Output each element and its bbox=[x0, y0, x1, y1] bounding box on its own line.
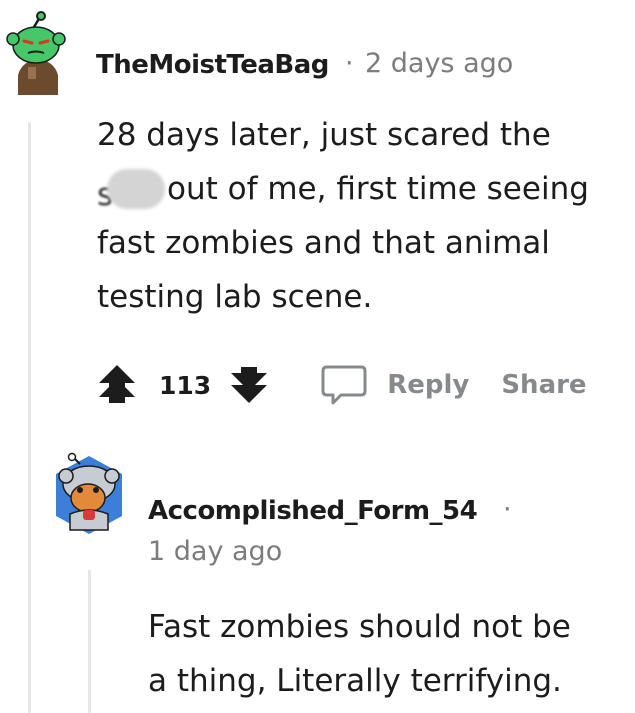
vote-score: 113 bbox=[159, 370, 212, 400]
speech-bubble-icon bbox=[321, 365, 367, 405]
comment-timestamp[interactable]: 2 days ago bbox=[365, 48, 513, 79]
reply-body-line: a thing, Literally terrifying. bbox=[148, 663, 562, 699]
reply-body: Fast zombies should not be a thing, Lite… bbox=[148, 600, 571, 708]
comment-body-line: fast zombies and that animal bbox=[97, 225, 550, 261]
comment-body-line: testing lab scene. bbox=[97, 279, 373, 315]
reply-separator: · bbox=[503, 494, 512, 525]
thread-line-main[interactable] bbox=[28, 122, 31, 713]
snoo-avatar-icon[interactable] bbox=[0, 5, 80, 95]
share-button[interactable]: Share bbox=[501, 370, 586, 400]
comment-body-line: s out of me, first time seeing bbox=[97, 169, 589, 213]
upvote-button[interactable] bbox=[97, 363, 137, 407]
reply-username[interactable]: Accomplished_Form_54 bbox=[148, 496, 478, 526]
reply-body-line: Fast zombies should not be bbox=[148, 609, 571, 645]
reply-timestamp[interactable]: 1 day ago bbox=[148, 536, 282, 567]
comment-body-line: 28 days later, just scared the bbox=[97, 117, 551, 153]
downvote-arrow-icon bbox=[231, 367, 268, 403]
reply-button[interactable]: Reply bbox=[321, 363, 469, 407]
redacted-word: s bbox=[97, 169, 167, 213]
snoo-avatar-icon[interactable] bbox=[50, 450, 128, 540]
comment-username[interactable]: TheMoistTeaBag bbox=[96, 50, 329, 80]
downvote-button[interactable] bbox=[229, 363, 269, 407]
share-label: Share bbox=[501, 370, 587, 400]
thread-line-reply[interactable] bbox=[88, 570, 91, 713]
comment-body: 28 days later, just scared the s out of … bbox=[97, 108, 589, 324]
upvote-arrow-icon bbox=[99, 365, 135, 403]
comment-separator: · bbox=[345, 48, 354, 79]
comment-actions: 113 Reply Share bbox=[97, 363, 587, 407]
reply-label: Reply bbox=[387, 370, 470, 400]
